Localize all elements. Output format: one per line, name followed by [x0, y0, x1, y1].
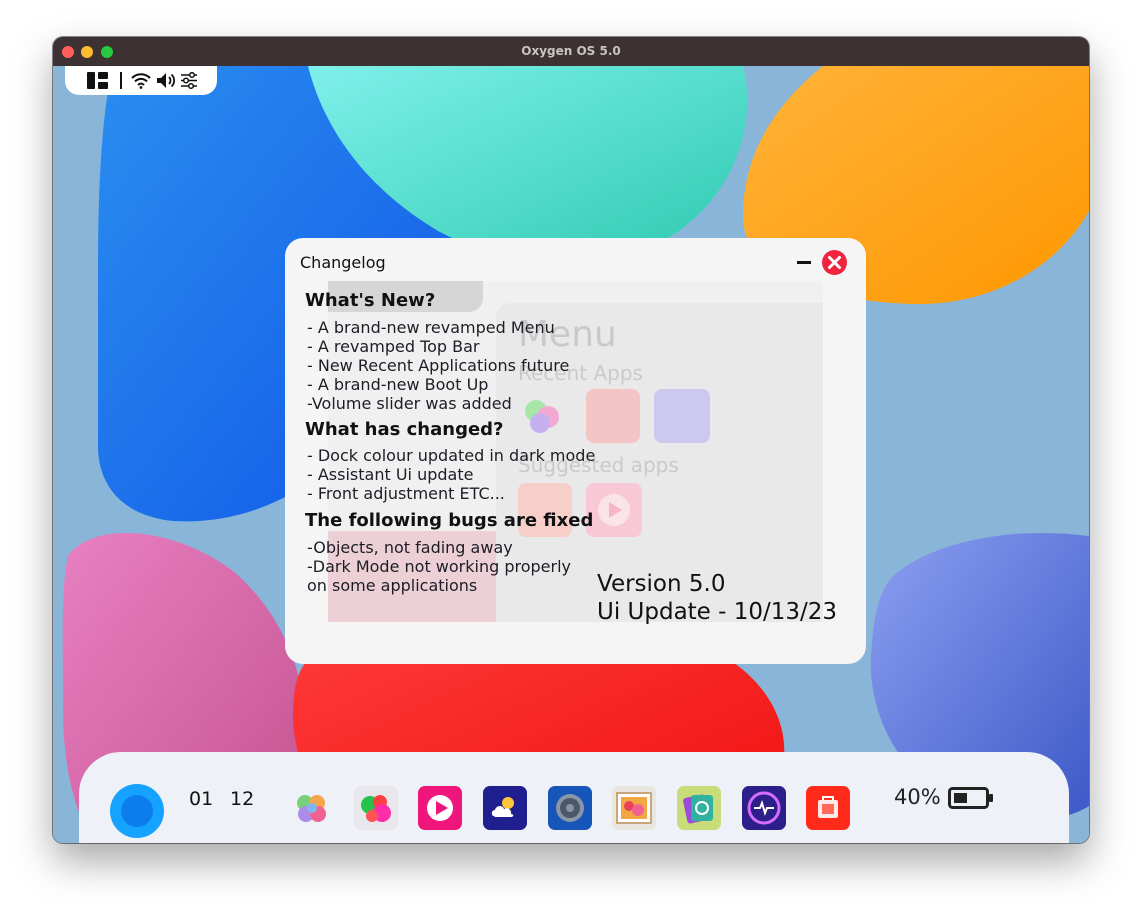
weather-app-icon[interactable]: [483, 786, 527, 830]
settings-app-icon[interactable]: [548, 786, 592, 830]
dock: 01 12 40%: [79, 752, 1069, 843]
dialog-close-button[interactable]: [822, 250, 847, 275]
preview-photos-icon: [518, 389, 572, 443]
dialog-minimize-button[interactable]: [797, 261, 811, 264]
preview-monitor-icon: [654, 389, 710, 443]
music-player-app-icon[interactable]: [418, 786, 462, 830]
monitor-app-icon[interactable]: [742, 786, 786, 830]
changelog-item: on some applications: [307, 576, 478, 595]
changelog-item: - Assistant Ui update: [307, 465, 474, 484]
version-label: Version 5.0: [597, 571, 726, 597]
preview-calendar-icon: [586, 389, 640, 443]
gallery-app-icon[interactable]: [612, 786, 656, 830]
status-divider: [120, 72, 122, 89]
wifi-icon[interactable]: [131, 72, 151, 89]
title-bar: Oxygen OS 5.0: [53, 37, 1089, 66]
changelog-item: - Dock colour updated in dark mode: [307, 446, 596, 465]
section-heading-whats-new: What's New?: [305, 290, 436, 311]
battery-percentage: 40%: [894, 785, 941, 809]
changelog-item: - Front adjustment ETC...: [307, 484, 505, 503]
changelog-item: -Dark Mode not working properly: [307, 557, 572, 576]
update-date-label: Ui Update - 10/13/23: [597, 599, 838, 625]
clock-minute: 12: [230, 788, 255, 810]
color-balls-app-icon[interactable]: [354, 786, 398, 830]
photos-app-icon[interactable]: [290, 786, 334, 830]
section-heading-changed: What has changed?: [305, 419, 504, 440]
layout-icon[interactable]: [87, 72, 109, 89]
changelog-item: - New Recent Applications future: [307, 356, 570, 375]
dialog-title: Changelog: [300, 253, 386, 272]
window-title: Oxygen OS 5.0: [521, 44, 621, 58]
changelog-item: -Volume slider was added: [307, 394, 512, 413]
changelog-item: -Objects, not fading away: [307, 538, 513, 557]
changelog-dialog: Menu Recent Apps Suggested apps Changelo…: [285, 238, 866, 664]
volume-icon[interactable]: [156, 72, 176, 89]
section-heading-bugs-fixed: The following bugs are fixed: [305, 510, 594, 531]
changelog-item: - A brand-new revamped Menu: [307, 318, 555, 337]
assistant-orb-icon[interactable]: [110, 784, 164, 838]
top-status-bar: [65, 66, 217, 95]
clock-hour: 01: [189, 788, 214, 810]
app-window: Oxygen OS 5.0 Menu Recent Apps Suggested…: [53, 37, 1089, 843]
security-app-icon[interactable]: [677, 786, 721, 830]
preview-player-icon: [586, 483, 642, 537]
changelog-item: - A brand-new Boot Up: [307, 375, 489, 394]
sliders-icon[interactable]: [180, 72, 198, 89]
battery-icon: [948, 787, 993, 809]
store-app-icon[interactable]: [806, 786, 850, 830]
desktop: Menu Recent Apps Suggested apps Changelo…: [53, 66, 1089, 843]
changelog-item: - A revamped Top Bar: [307, 337, 480, 356]
